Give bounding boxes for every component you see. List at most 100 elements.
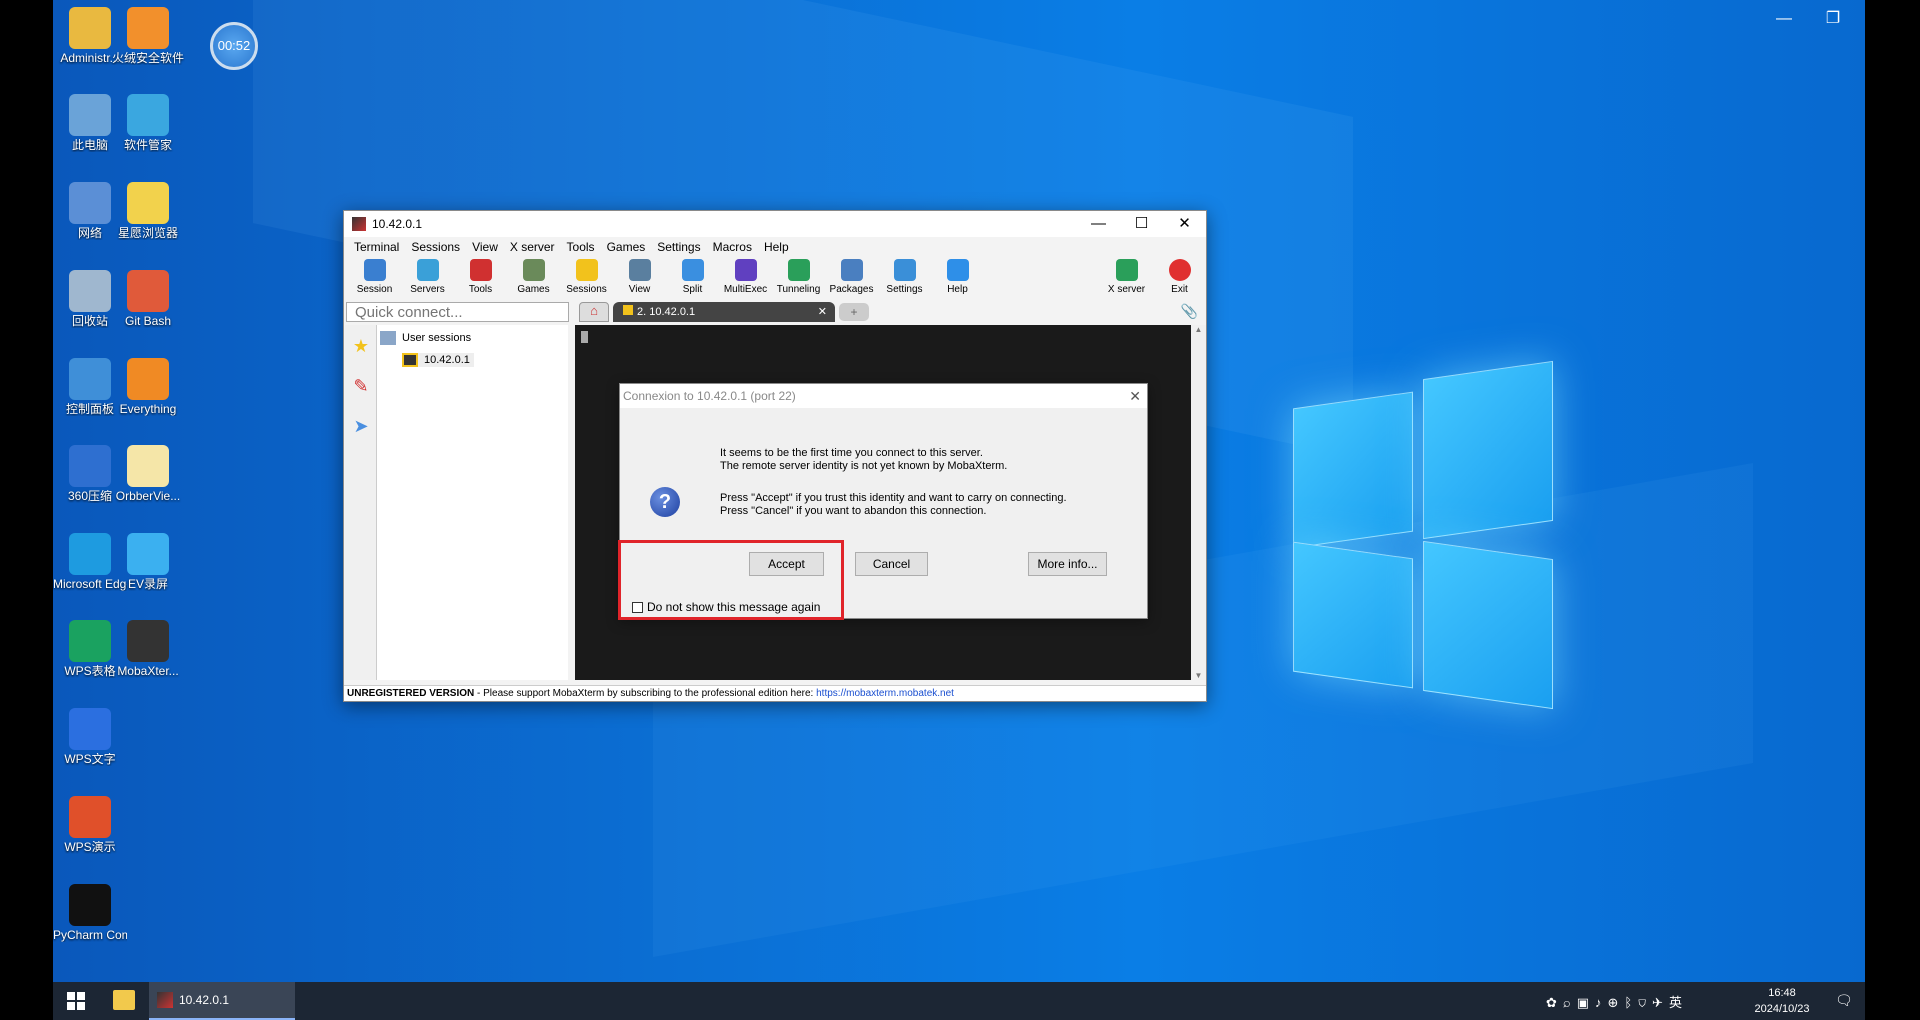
desktop-icon[interactable]: Everything xyxy=(111,358,185,416)
toolbar-label: Tools xyxy=(468,284,493,295)
session-key-icon xyxy=(402,353,418,367)
start-windows-icon[interactable] xyxy=(67,992,85,1010)
home-tab-icon[interactable]: ⌂ xyxy=(579,302,609,322)
more-info-button[interactable]: More info... xyxy=(1028,552,1107,576)
desktop-icon[interactable]: Git Bash xyxy=(111,270,185,328)
tray-search-icon[interactable]: ⌕ xyxy=(1563,995,1577,1010)
quick-connect-input[interactable] xyxy=(346,302,569,322)
tray-network-icon[interactable]: ⊕ xyxy=(1608,995,1625,1010)
timer-widget[interactable]: 00:52 xyxy=(210,22,258,70)
menu-item[interactable]: Sessions xyxy=(405,240,466,254)
menu-item[interactable]: Tools xyxy=(561,240,601,254)
desktop-app-icon xyxy=(127,533,169,575)
toolbar-label: Sessions xyxy=(566,284,607,295)
dialog-titlebar[interactable]: Connexion to 10.42.0.1 (port 22) ✕ xyxy=(620,384,1147,408)
desktop-icon[interactable]: PyCharm Communi... xyxy=(53,884,127,942)
star-icon[interactable]: ★ xyxy=(347,327,375,365)
power-icon xyxy=(1168,259,1191,281)
tree-item-session[interactable]: 10.42.0.1 xyxy=(402,353,474,367)
toolbar-button[interactable]: Help xyxy=(931,257,984,295)
desktop-icon[interactable]: WPS演示 xyxy=(53,796,127,854)
dialog-close-icon[interactable]: ✕ xyxy=(1129,384,1141,408)
menu-item[interactable]: Games xyxy=(601,240,652,254)
clock-date: 2024/10/23 xyxy=(1754,1003,1810,1015)
highlight-box xyxy=(618,540,844,620)
toolbar-button[interactable]: Games xyxy=(507,257,560,295)
tray-shield-icon[interactable]: ⛉ xyxy=(1638,995,1652,1010)
tree-group-user-sessions[interactable]: User sessions xyxy=(380,331,471,345)
tab-session[interactable]: 2. 10.42.0.1 ✕ xyxy=(613,302,835,322)
toolbar-button[interactable]: Tools xyxy=(454,257,507,295)
minimize-icon[interactable]: — xyxy=(1077,211,1120,237)
toolbar-icon xyxy=(946,259,969,281)
desktop-icon[interactable]: EV录屏 xyxy=(111,533,185,591)
taskbar: 10.42.0.1 ✿⌕▣♪⊕ᛒ⛉✈英 16:48 2024/10/23 🗨 xyxy=(53,982,1865,1020)
tray-antivirus-icon[interactable]: ✈ xyxy=(1652,995,1669,1010)
toolbar-icon xyxy=(840,259,863,281)
menu-item[interactable]: Settings xyxy=(651,240,706,254)
desktop-app-icon xyxy=(69,884,111,926)
toolbar-button[interactable]: X server xyxy=(1100,257,1153,295)
desktop-icon[interactable]: 星愿浏览器 xyxy=(111,182,185,240)
tray-app-icon[interactable]: ✿ xyxy=(1546,995,1563,1010)
window-titlebar[interactable]: 10.42.0.1 — ☐ ✕ xyxy=(344,211,1206,237)
tools-icon[interactable]: ✎ xyxy=(347,367,375,405)
terminal-scrollbar[interactable]: ▲ ▼ xyxy=(1191,325,1206,680)
send-icon[interactable]: ➤ xyxy=(347,407,375,445)
menu-item[interactable]: Macros xyxy=(707,240,758,254)
desktop-app-icon xyxy=(127,94,169,136)
screen-minimize-icon[interactable]: — xyxy=(1770,8,1798,30)
mobaxterm-link[interactable]: https://mobaxterm.mobatek.net xyxy=(816,688,954,699)
desktop-app-icon xyxy=(127,358,169,400)
desktop-app-icon xyxy=(69,7,111,49)
tray-monitor-icon[interactable]: ▣ xyxy=(1577,995,1595,1010)
scroll-up-icon[interactable]: ▲ xyxy=(1191,325,1206,334)
menu-item[interactable]: Help xyxy=(758,240,795,254)
desktop-icon[interactable]: MobaXter... xyxy=(111,620,185,678)
file-explorer-icon[interactable] xyxy=(113,990,135,1010)
desktop-app-icon xyxy=(69,445,111,487)
new-tab-icon[interactable]: + xyxy=(839,303,869,321)
ime-indicator[interactable]: 英 xyxy=(1669,995,1688,1010)
toolbar-button[interactable]: Sessions xyxy=(560,257,613,295)
attach-icon[interactable]: 📎 xyxy=(1181,303,1198,320)
toolbar-button[interactable]: View xyxy=(613,257,666,295)
maximize-icon[interactable]: ☐ xyxy=(1120,211,1163,237)
tab-close-icon[interactable]: ✕ xyxy=(818,302,827,322)
scroll-down-icon[interactable]: ▼ xyxy=(1191,671,1206,680)
toolbar-button[interactable]: Split xyxy=(666,257,719,295)
toolbar-button[interactable]: Settings xyxy=(878,257,931,295)
desktop-icon[interactable]: WPS文字 xyxy=(53,708,127,766)
desktop-icon-label: Git Bash xyxy=(124,315,172,328)
menu-item[interactable]: Terminal xyxy=(348,240,405,254)
toolbar-button[interactable]: Packages xyxy=(825,257,878,295)
close-icon[interactable]: ✕ xyxy=(1163,211,1206,237)
dialog-title: Connexion to 10.42.0.1 (port 22) xyxy=(623,389,796,403)
tray-bluetooth-icon[interactable]: ᛒ xyxy=(1624,995,1638,1010)
desktop-icon[interactable]: OrbberVie... xyxy=(111,445,185,503)
toolbar-label: Tunneling xyxy=(776,284,821,295)
desktop-icon-label: 火绒安全软件 xyxy=(111,52,184,65)
toolbar-button[interactable]: Session xyxy=(348,257,401,295)
toolbar-icon xyxy=(787,259,810,281)
menu-item[interactable]: X server xyxy=(504,240,561,254)
toolbar-button[interactable]: Tunneling xyxy=(772,257,825,295)
toolbar-button[interactable]: Exit xyxy=(1153,257,1206,295)
toolbar-button[interactable]: Servers xyxy=(401,257,454,295)
toolbar-label: Settings xyxy=(886,284,923,295)
cancel-button[interactable]: Cancel xyxy=(855,552,928,576)
taskbar-app-mobaxterm[interactable]: 10.42.0.1 xyxy=(149,982,295,1020)
desktop-icon[interactable]: 火绒安全软件 xyxy=(111,7,185,65)
desktop-icon[interactable]: 软件管家 xyxy=(111,94,185,152)
toolbar-label: Session xyxy=(356,284,393,295)
toolbar-button[interactable]: MultiExec xyxy=(719,257,772,295)
taskbar-clock[interactable]: 16:48 2024/10/23 xyxy=(1747,985,1817,1017)
menu-item[interactable]: View xyxy=(466,240,504,254)
tray-volume-icon[interactable]: ♪ xyxy=(1595,995,1608,1010)
desktop-app-icon xyxy=(127,7,169,49)
toolbar-icon xyxy=(469,259,492,281)
taskbar-app-label: 10.42.0.1 xyxy=(179,993,230,1007)
notification-icon[interactable]: 🗨 xyxy=(1835,992,1853,1009)
clock-time: 16:48 xyxy=(1768,987,1796,999)
screen-restore-icon[interactable]: ❐ xyxy=(1819,8,1847,30)
